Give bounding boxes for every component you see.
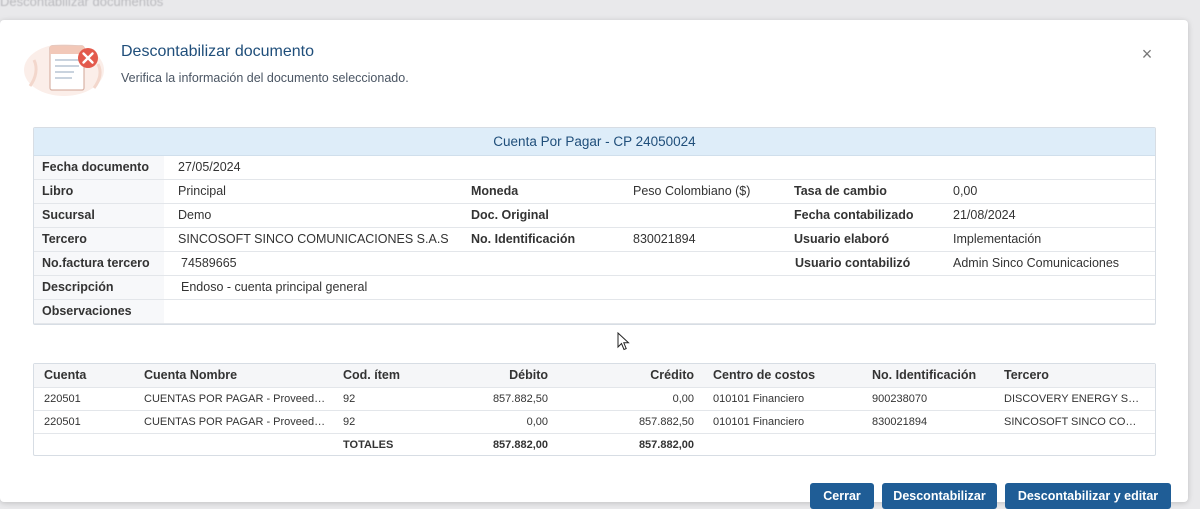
label-no-identificacion: No. Identificación bbox=[471, 232, 576, 246]
totals-label: TOTALES bbox=[343, 439, 394, 451]
cerrar-button[interactable]: Cerrar bbox=[810, 483, 874, 509]
value-moneda: Peso Colombiano ($) bbox=[633, 184, 751, 198]
cell-debito: 857.882,50 bbox=[492, 393, 548, 405]
info-row-factura: No.factura tercero 74589665 Usuario cont… bbox=[34, 252, 1155, 276]
cell-cuenta: 220501 bbox=[44, 416, 81, 428]
cell-cuenta: 220501 bbox=[44, 393, 81, 405]
info-row-sucursal: Sucursal Demo Doc. Original Fecha contab… bbox=[34, 204, 1155, 228]
label-descripcion: Descripción bbox=[42, 280, 114, 294]
value-fecha-contabilizado: 21/08/2024 bbox=[953, 208, 1016, 222]
mouse-pointer-icon bbox=[617, 332, 630, 351]
totals-debito: 857.882,00 bbox=[492, 439, 548, 451]
label-sucursal: Sucursal bbox=[42, 208, 95, 222]
cell-tercero: SINCOSOFT SINCO COMUNICACIONES S.A.S bbox=[1004, 416, 1144, 428]
cell-debito: 0,00 bbox=[526, 416, 548, 428]
descontabilizar-editar-button[interactable]: Descontabilizar y editar bbox=[1005, 483, 1171, 509]
value-tasa-cambio: 0,00 bbox=[953, 184, 978, 198]
table-totals-row: TOTALES 857.882,00 857.882,00 bbox=[34, 434, 1155, 456]
value-usuario-elaboro: Implementación bbox=[953, 232, 1042, 246]
cell-cuenta-nombre: CUENTAS POR PAGAR - Proveedores Nacional… bbox=[144, 416, 329, 428]
cell-credito: 0,00 bbox=[672, 393, 694, 405]
column-header-centro-costos[interactable]: Centro de costos bbox=[713, 364, 863, 387]
info-row-tercero: Tercero SINCOSOFT SINCO COMUNICACIONES S… bbox=[34, 228, 1155, 252]
value-tercero: SINCOSOFT SINCO COMUNICACIONES S.A.S bbox=[178, 232, 449, 246]
label-observaciones: Observaciones bbox=[42, 304, 132, 318]
label-moneda: Moneda bbox=[471, 184, 519, 198]
value-no-identificacion: 830021894 bbox=[633, 232, 696, 246]
column-header-credito[interactable]: Crédito bbox=[594, 364, 694, 387]
label-libro: Libro bbox=[42, 184, 74, 198]
descontabilizar-button[interactable]: Descontabilizar bbox=[882, 483, 997, 509]
descontabilizar-dialog: Descontabilizar documento Verifica la in… bbox=[0, 20, 1188, 509]
dialog-header: Descontabilizar documento Verifica la in… bbox=[24, 38, 1174, 98]
column-header-no-identificacion[interactable]: No. Identificación bbox=[872, 364, 992, 387]
table-header-row: Cuenta Cuenta Nombre Cod. ítem Débito Cr… bbox=[34, 364, 1155, 388]
column-header-cuenta[interactable]: Cuenta bbox=[44, 364, 134, 387]
cell-cod-item: 92 bbox=[343, 393, 356, 405]
document-remove-icon bbox=[24, 44, 104, 96]
background-page-title: Descontabilizar documentos bbox=[0, 0, 164, 9]
cell-tercero: DISCOVERY ENERGY SERVICES S.A.S bbox=[1004, 393, 1144, 405]
table-row[interactable]: 220501 CUENTAS POR PAGAR - Proveedores N… bbox=[34, 388, 1155, 411]
document-info-panel: Cuenta Por Pagar - CP 24050024 Fecha doc… bbox=[33, 127, 1156, 325]
dialog-title: Descontabilizar documento bbox=[121, 43, 314, 60]
column-header-cuenta-nombre[interactable]: Cuenta Nombre bbox=[144, 364, 329, 387]
dialog-subtitle: Verifica la información del documento se… bbox=[121, 71, 409, 85]
column-header-debito[interactable]: Débito bbox=[454, 364, 548, 387]
document-heading: Cuenta Por Pagar - CP 24050024 bbox=[34, 128, 1155, 156]
label-fecha-documento: Fecha documento bbox=[42, 160, 149, 174]
info-row-fecha: Fecha documento 27/05/2024 bbox=[34, 156, 1155, 180]
totals-credito: 857.882,00 bbox=[638, 439, 694, 451]
cell-no-identificacion: 900238070 bbox=[872, 393, 928, 405]
label-doc-original: Doc. Original bbox=[471, 208, 549, 222]
label-fecha-contabilizado: Fecha contabilizado bbox=[794, 208, 914, 222]
value-descripcion: Endoso - cuenta principal general bbox=[181, 280, 368, 294]
value-usuario-contabilizo: Admin Sinco Comunicaciones bbox=[953, 256, 1120, 270]
label-usuario-elaboro: Usuario elaboró bbox=[794, 232, 890, 246]
table-row[interactable]: 220501 CUENTAS POR PAGAR - Proveedores N… bbox=[34, 411, 1155, 434]
cell-cuenta-nombre: CUENTAS POR PAGAR - Proveedores Nacional… bbox=[144, 393, 329, 405]
cell-centro-costos: 010101 Financiero bbox=[713, 416, 805, 428]
cell-no-identificacion: 830021894 bbox=[872, 416, 928, 428]
cell-centro-costos: 010101 Financiero bbox=[713, 393, 805, 405]
value-libro: Principal bbox=[178, 184, 226, 198]
label-usuario-contabilizo: Usuario contabilizó bbox=[795, 256, 911, 270]
label-no-factura: No.factura tercero bbox=[42, 256, 150, 270]
label-tercero: Tercero bbox=[42, 232, 87, 246]
cell-cod-item: 92 bbox=[343, 416, 356, 428]
info-row-observaciones: Observaciones bbox=[34, 300, 1155, 324]
label-tasa-cambio: Tasa de cambio bbox=[794, 184, 887, 198]
info-row-descripcion: Descripción Endoso - cuenta principal ge… bbox=[34, 276, 1155, 300]
value-fecha-documento: 27/05/2024 bbox=[178, 160, 241, 174]
close-icon[interactable]: × bbox=[1136, 43, 1158, 65]
info-row-libro: Libro Principal Moneda Peso Colombiano (… bbox=[34, 180, 1155, 204]
value-no-factura: 74589665 bbox=[181, 256, 237, 270]
cell-credito: 857.882,50 bbox=[638, 416, 694, 428]
value-sucursal: Demo bbox=[178, 208, 212, 222]
accounts-table: Cuenta Cuenta Nombre Cod. ítem Débito Cr… bbox=[33, 363, 1156, 456]
column-header-cod-item[interactable]: Cod. ítem bbox=[343, 364, 423, 387]
column-header-tercero[interactable]: Tercero bbox=[1004, 364, 1144, 387]
